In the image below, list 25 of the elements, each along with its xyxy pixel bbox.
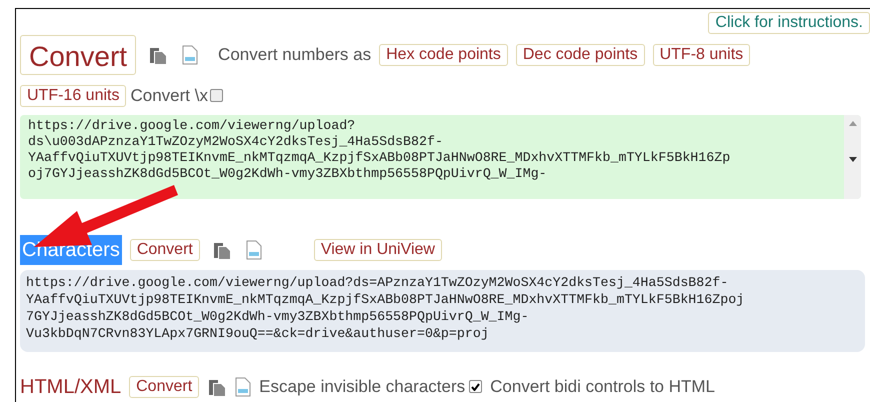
scroll-down-icon[interactable]: [848, 156, 856, 162]
checkbox[interactable]: [469, 380, 482, 393]
document-icon[interactable]: [182, 45, 198, 65]
convert-numbers-label: Convert numbers as: [218, 44, 372, 66]
document-icon[interactable]: [235, 376, 252, 396]
checkbox[interactable]: [210, 89, 223, 102]
convert-button[interactable]: Convert: [20, 35, 136, 75]
convert-button[interactable]: Convert: [130, 238, 200, 260]
document-icon[interactable]: [246, 240, 262, 260]
scrollbar[interactable]: [844, 114, 861, 198]
convert-button[interactable]: Convert: [129, 376, 200, 398]
escape-invisible-label: Escape invisible characters: [259, 376, 466, 398]
number-format-button[interactable]: Dec code points: [516, 44, 645, 66]
number-format-button[interactable]: UTF-8 units: [652, 44, 750, 66]
number-format-button[interactable]: UTF-16 units: [20, 84, 126, 107]
convert-bidi-label: Convert bidi controls to HTML: [490, 376, 716, 398]
convert-x-label: Convert \x: [130, 85, 208, 107]
view-uniview-button[interactable]: View in UniView: [314, 238, 442, 260]
number-format-button[interactable]: Hex code points: [379, 44, 508, 66]
instructions-button[interactable]: Click for instructions.: [708, 12, 870, 34]
characters-textarea[interactable]: https://drive.google.com/viewerng/upload?ds=APznzaY1TwZOzyM2WoSX4cY2dksTesj_4Ha5SdsB82f- YAaffvQiuTXUVtjp98TEIKnvmE_nkMTqzmqA_KzpjfSxABb08PTJaHNwO8RE_MDxhvXTTMFkb_mTYLkF5BkH16Zpoj 7GYJjeasshZK8dGd5BCOt_W0g2KdWh-vmy3ZBXbthmp56558PQpUivrQ_W_IMg- Vu3kbDqN7CRvn83YLApx7GRNI9ouQ==&ck=drive&authuser=0&p=proj: [20, 270, 865, 352]
scroll-up-icon[interactable]: [848, 120, 856, 126]
input-textarea[interactable]: https://drive.google.com/viewerng/upload? ds\u003dAPznzaY1TwZOzyM2WoSX4cY2dksTesj_4Ha5SdsB82f- YAaffvQiuTXUVtjp98TEIKnvmE_nkMTqzmqA_KzpjfSxABb08PTJaHNwO8RE_MDxhvXTTMFkb_mTYLkF5BkH16Zp oj7GYJjeasshZK8dGd5BCOt_W0g2KdWh-vmy3ZBXbthmp56558PQpUivrQ_W_IMg-: [20, 114, 861, 198]
html-xml-heading: HTML/XML: [20, 374, 122, 400]
copy-icon[interactable]: [148, 45, 168, 65]
